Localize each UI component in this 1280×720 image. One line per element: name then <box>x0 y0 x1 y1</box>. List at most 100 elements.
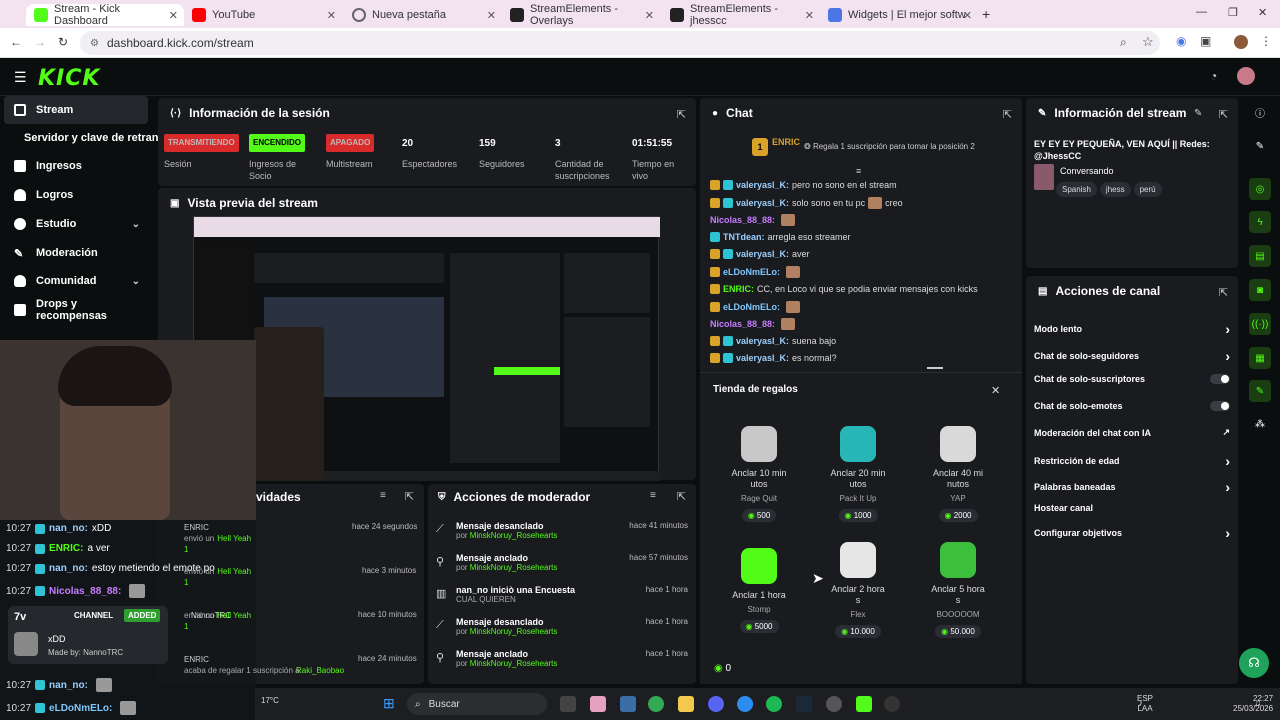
support-headset-icon[interactable]: ☊ <box>1239 648 1269 678</box>
channel-action-row[interactable]: Moderación del chat con IA ↗ <box>1034 427 1230 438</box>
popout-icon[interactable]: ⇱ <box>677 108 686 121</box>
toggle-switch[interactable] <box>1210 374 1230 384</box>
chevron-right-icon[interactable]: › <box>1225 525 1230 541</box>
chevron-right-icon[interactable]: › <box>1225 479 1230 495</box>
microphone-icon[interactable]: ♪ <box>1138 698 1143 709</box>
back-icon[interactable]: ← <box>10 35 22 49</box>
close-tab-icon[interactable]: ✕ <box>327 9 336 22</box>
gift-item[interactable]: Anclar 1 hora Stomp ◉ 5000 <box>714 548 804 633</box>
notifications-icon[interactable]: ◔ <box>1210 69 1217 83</box>
discord-icon[interactable] <box>708 696 724 712</box>
copilot-icon[interactable] <box>590 696 606 712</box>
chat-bubble-icon[interactable]: ◙ <box>1249 279 1271 301</box>
tab-streamelements-overlays[interactable]: StreamElements - Overlays ✕ <box>502 3 660 27</box>
gift-item[interactable]: Anclar 10 min utos Rage Quit ◉ 500 <box>714 426 804 522</box>
sidebar-item-logros[interactable]: Logros <box>4 181 148 209</box>
channel-action-row[interactable]: Palabras baneadas › <box>1034 479 1230 495</box>
popout-icon[interactable]: ⇱ <box>677 490 686 503</box>
sidebar-item-server-key[interactable]: Servidor y clave de retransm <box>4 124 159 152</box>
chat-username[interactable]: TNTdean: <box>723 232 765 242</box>
taskbar-search[interactable]: ⌕ Buscar <box>407 693 547 715</box>
chat-username[interactable]: valeryasl_K: <box>736 198 789 208</box>
forward-icon[interactable]: → <box>34 35 46 49</box>
chat-username[interactable]: valeryasl_K: <box>736 353 789 363</box>
tab-new-tab[interactable]: Nueva pestaña ✕ <box>344 4 502 26</box>
popout-icon[interactable]: ⇱ <box>405 490 414 503</box>
zoom-icon[interactable]: ⌕ <box>1120 35 1127 50</box>
chevron-right-icon[interactable]: › <box>1225 453 1230 469</box>
steam-icon[interactable] <box>796 696 812 712</box>
popout-icon[interactable]: ⇱ <box>1219 108 1228 121</box>
tab-widgets[interactable]: Widgets | El mejor software pa ✕ <box>820 4 978 26</box>
channel-action-row[interactable]: Modo lento › <box>1034 321 1230 337</box>
obs-icon[interactable] <box>826 696 842 712</box>
site-info-icon[interactable]: ⚙ <box>90 38 99 49</box>
edit-pencil-icon[interactable]: ✎ <box>1194 108 1202 119</box>
chrome-icon[interactable] <box>648 696 664 712</box>
browser-menu-icon[interactable]: ⋮ <box>1260 34 1272 48</box>
tab-streamelements-jhesscc[interactable]: StreamElements - jhesscc ✕ <box>662 3 820 27</box>
broadcast-icon[interactable]: ((·)) <box>1249 313 1271 335</box>
extensions-puzzle-icon[interactable]: ▣ <box>1200 34 1211 48</box>
close-tab-icon[interactable]: ✕ <box>963 9 972 22</box>
user-avatar[interactable] <box>1237 67 1255 85</box>
hamburger-menu-icon[interactable]: ☰ <box>14 69 27 86</box>
kick-logo[interactable]: KICK <box>38 66 100 91</box>
maximize-icon[interactable]: ❐ <box>1228 6 1238 19</box>
channel-action-row[interactable]: Hostear canal <box>1034 503 1230 513</box>
notes-icon[interactable]: ▤ <box>1249 245 1271 267</box>
sidebar-item-stream[interactable]: Stream <box>4 96 148 124</box>
popout-icon[interactable]: ⇱ <box>1219 286 1228 299</box>
edit-icon[interactable]: ✎ <box>1249 135 1271 157</box>
sidebar-item-drops[interactable]: Drops y recompensas <box>4 296 148 324</box>
chat-username[interactable]: valeryasl_K: <box>736 336 789 346</box>
file-explorer-icon[interactable] <box>678 696 694 712</box>
sidebar-item-comunidad[interactable]: Comunidad ⌄ <box>4 267 148 295</box>
close-tab-icon[interactable]: ✕ <box>487 9 496 22</box>
reload-icon[interactable]: ↻ <box>58 35 68 49</box>
chat-username[interactable]: valeryasl_K: <box>736 180 789 190</box>
camera-icon[interactable]: ◎ <box>1249 178 1271 200</box>
leaderboard-user[interactable]: ENRIC <box>772 137 800 147</box>
url-field[interactable]: ⚙ dashboard.kick.com/stream <box>80 31 1160 55</box>
sidebar-item-moderacion[interactable]: ✎ Moderación <box>4 239 148 267</box>
external-link-icon[interactable]: ↗ <box>1222 427 1230 438</box>
edge-icon[interactable] <box>737 696 753 712</box>
chat-username[interactable]: valeryasl_K: <box>736 249 789 259</box>
chat-username[interactable]: Nicolas_88_88: <box>710 215 775 225</box>
channel-action-row[interactable]: Restricción de edad › <box>1034 453 1230 469</box>
layout-icon[interactable]: ▦ <box>1249 347 1271 369</box>
gift-item[interactable]: Anclar 20 min utos Pack It Up ◉ 1000 <box>813 426 903 522</box>
windows-start-icon[interactable]: ⊞ <box>383 695 395 712</box>
gift-item[interactable]: Anclar 5 hora s BOOOOOM ◉ 50.000 <box>913 542 1003 638</box>
toggle-switch[interactable] <box>1210 401 1230 411</box>
profile-avatar[interactable] <box>1234 35 1248 49</box>
chevron-right-icon[interactable]: › <box>1225 348 1230 364</box>
close-icon[interactable]: ✕ <box>991 384 1000 397</box>
stream-preview-video[interactable] <box>193 216 660 481</box>
close-tab-icon[interactable]: ✕ <box>645 9 654 22</box>
notification-bell-icon[interactable]: ♫ <box>1254 698 1262 709</box>
channel-action-row[interactable]: Chat de solo-suscriptores <box>1034 374 1230 384</box>
app-icon[interactable] <box>884 696 900 712</box>
channel-action-row[interactable]: Chat de solo-seguidores › <box>1034 348 1230 364</box>
chat-username[interactable]: eLDoNmELo: <box>723 267 780 277</box>
task-view-icon[interactable] <box>560 696 576 712</box>
lightning-icon[interactable]: ϟ <box>1249 211 1271 233</box>
close-tab-icon[interactable]: ✕ <box>169 9 178 22</box>
chat-username[interactable]: Nicolas_88_88: <box>710 319 775 329</box>
spotify-icon[interactable] <box>766 696 782 712</box>
close-tab-icon[interactable]: ✕ <box>805 9 814 22</box>
chevron-right-icon[interactable]: › <box>1225 321 1230 337</box>
gift-item[interactable]: Anclar 40 mi nutos YAP ◉ 2000 <box>913 426 1003 522</box>
chat-username[interactable]: ENRIC: <box>723 284 754 294</box>
gift-item[interactable]: Anclar 2 hora s Flex ◉ 10.000 <box>813 542 903 638</box>
tab-youtube[interactable]: YouTube ✕ <box>184 4 342 26</box>
channel-action-row[interactable]: Configurar objetivos › <box>1034 525 1230 541</box>
filter-icon[interactable]: ≡ <box>380 490 386 501</box>
tab-kick-dashboard[interactable]: Stream - Kick Dashboard ✕ <box>26 3 184 27</box>
wrench-icon[interactable]: ✎ <box>1249 380 1271 402</box>
info-icon[interactable]: ⓘ <box>1249 101 1271 123</box>
scroll-pause-icon[interactable]: ≡ <box>856 166 861 176</box>
more-icon[interactable]: ⁂ <box>1249 413 1271 435</box>
